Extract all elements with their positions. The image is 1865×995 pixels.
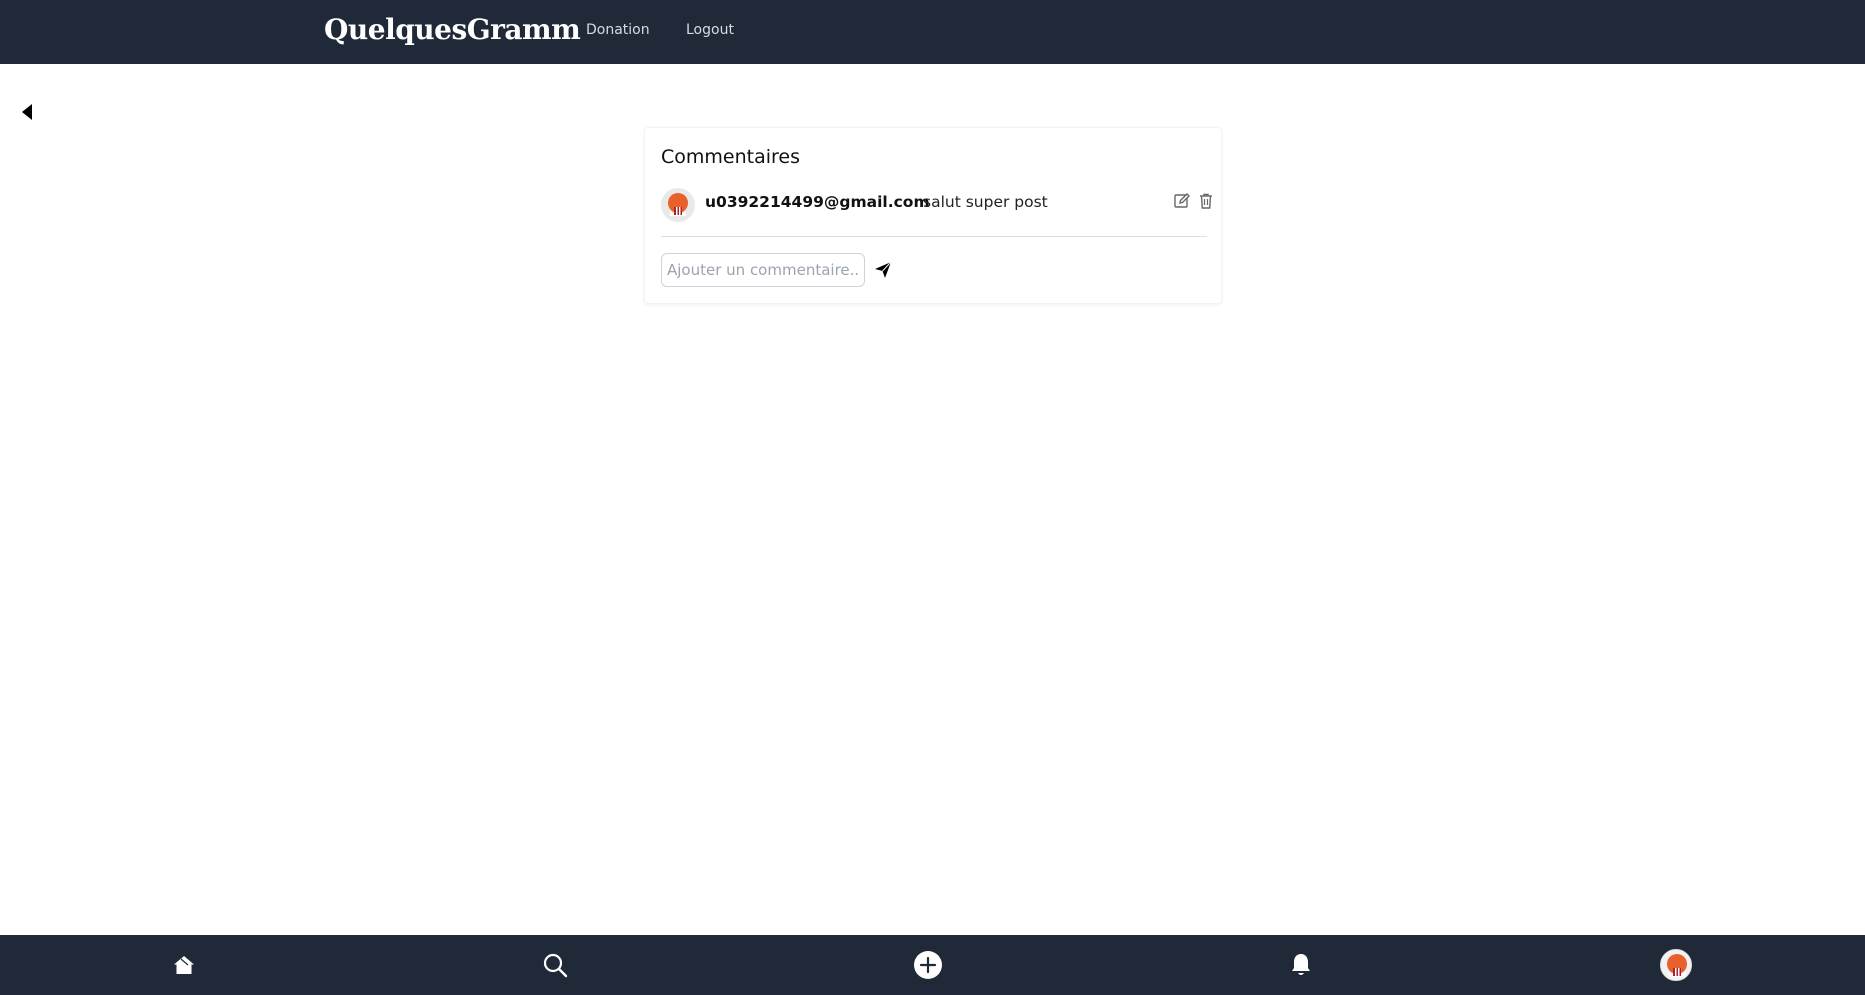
comments-title: Commentaires [661, 146, 800, 168]
back-button[interactable] [18, 100, 36, 124]
plus-circle-icon [914, 951, 942, 979]
caret-left-icon [22, 104, 32, 120]
bell-icon [1292, 954, 1310, 975]
comments-divider [661, 236, 1207, 237]
comment-author[interactable]: u0392214499@gmail.com [705, 193, 930, 211]
nav-add-post-button[interactable] [912, 949, 944, 981]
brand-logo[interactable]: QuelquesGramm [324, 13, 581, 46]
comments-card: Commentaires u0392214499@gmail.com salut… [644, 127, 1222, 304]
edit-comment-button[interactable] [1173, 192, 1191, 210]
comment-text: salut super post [923, 193, 1048, 211]
nav-profile-avatar[interactable] [1660, 949, 1692, 981]
delete-comment-button[interactable] [1197, 192, 1215, 210]
top-navbar: QuelquesGramm Donation Logout [0, 0, 1865, 64]
comment-item: u0392214499@gmail.com salut super post [661, 188, 1212, 222]
edit-icon [1174, 193, 1190, 208]
send-icon [875, 261, 892, 278]
nav-search-button[interactable] [539, 949, 571, 981]
add-comment-input[interactable] [661, 253, 865, 287]
nav-link-donation[interactable]: Donation [586, 22, 650, 38]
trash-icon [1200, 193, 1212, 209]
nav-link-logout[interactable]: Logout [686, 22, 734, 38]
home-icon [174, 956, 194, 974]
nav-notifications-button[interactable] [1285, 949, 1317, 981]
nav-home-button[interactable] [168, 949, 200, 981]
send-comment-button[interactable] [873, 260, 893, 280]
bottom-navbar [0, 935, 1865, 995]
comment-avatar[interactable] [661, 188, 695, 222]
search-icon [543, 953, 568, 978]
